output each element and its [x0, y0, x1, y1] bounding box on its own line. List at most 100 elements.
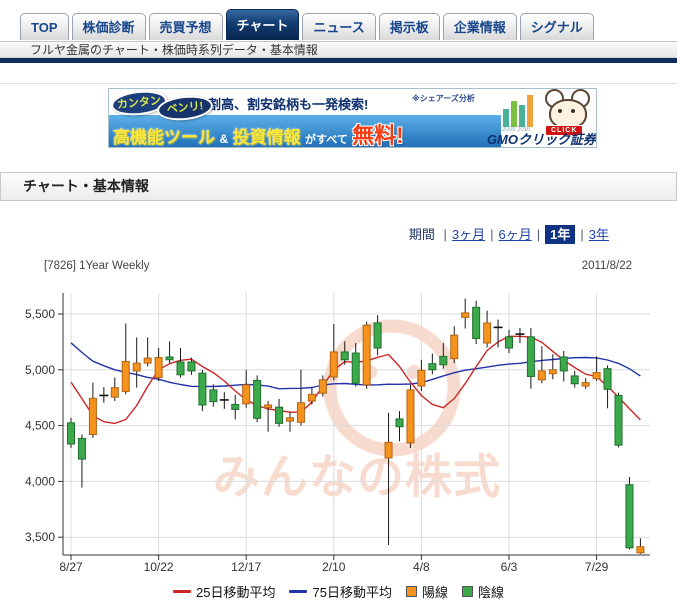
bear-candle [232, 404, 239, 409]
bull-candle [308, 394, 315, 401]
period-separator: | [444, 227, 447, 242]
legend-label-0: 25日移動平均 [196, 582, 275, 601]
bear-candle [166, 357, 173, 360]
ad-amp: & [219, 132, 228, 146]
bull-candle [155, 358, 162, 378]
bull-candle [637, 547, 644, 553]
chart-date: 2011/8/22 [582, 260, 632, 272]
x-axis-label: 2/10 [322, 560, 346, 574]
tab-6[interactable]: 企業情報 [443, 13, 517, 40]
period-separator: | [490, 227, 493, 242]
candlestick-chart: みんなの株式5,5005,0004,5004,0003,5008/2710/22… [0, 288, 677, 580]
x-axis-label: 8/27 [59, 560, 83, 574]
legend-line-icon-0 [173, 590, 191, 593]
breadcrumb-text: フルヤ金属のチャート・株価時系列データ・基本情報 [30, 43, 318, 57]
bear-candle [199, 373, 206, 405]
bull-candle [144, 358, 151, 363]
bull-candle [549, 370, 556, 374]
ad-info-text: 投資情報 [233, 128, 301, 147]
tab-3-active[interactable]: チャート [226, 9, 300, 40]
period-option-3[interactable]: 3年 [589, 227, 609, 242]
bear-candle [177, 362, 184, 375]
bull-candle [582, 383, 589, 386]
bull-candle [122, 361, 129, 391]
bear-candle [626, 485, 633, 548]
chart-title: [7826] 1Year Weekly [44, 260, 150, 272]
ad-tool-text: 高機能ツール [113, 128, 215, 147]
bull-candle [89, 398, 96, 434]
bear-candle [429, 364, 436, 370]
tab-1[interactable]: 株価診断 [72, 13, 146, 40]
header-divider [0, 58, 677, 63]
period-option-0[interactable]: 3ヶ月 [452, 227, 485, 242]
section-header: チャート・基本情報 [0, 172, 677, 201]
ad-note: ※シェアーズ分析 [412, 93, 475, 104]
bull-candle [385, 442, 392, 458]
bear-candle [527, 337, 534, 377]
bear-candle [210, 390, 217, 402]
bull-candle [484, 323, 491, 343]
ad-minichart [503, 93, 537, 127]
advertiser-name: GMOクリック証券 [487, 129, 596, 148]
tab-bar: TOP株価診断売買予想チャートニュース掲示板企業情報シグナル [20, 9, 594, 40]
bull-candle [319, 380, 326, 393]
y-axis-label: 4,000 [25, 474, 55, 488]
legend-item-2: 陽線 [406, 582, 448, 601]
x-axis-label: 7/29 [585, 560, 609, 574]
tab-0[interactable]: TOP [20, 13, 69, 40]
ad-banner[interactable]: 割高、割安銘柄も一発検索! ※シェアーズ分析 高機能ツール & 投資情報 がすべ… [108, 88, 597, 148]
bull-candle [330, 352, 337, 377]
bull-candle [297, 403, 304, 423]
ad-blue-band: 高機能ツール & 投資情報 がすべて 無料! [109, 115, 501, 148]
bear-candle [374, 323, 381, 348]
x-axis-label: 12/17 [231, 560, 261, 574]
bull-candle [287, 418, 294, 421]
ad-right-panel: 2009 2010 CLICK GMOクリック証券 [501, 89, 597, 148]
bear-candle [604, 369, 611, 390]
period-separator: | [580, 227, 583, 242]
ad-suffix: がすべて [305, 134, 348, 146]
bear-candle [560, 357, 567, 371]
breadcrumb: フルヤ金属のチャート・株価時系列データ・基本情報 [0, 41, 677, 58]
bear-candle [473, 307, 480, 338]
y-axis-label: 5,500 [25, 307, 55, 321]
legend-item-3: 陰線 [462, 582, 504, 601]
tab-2[interactable]: 売買予想 [149, 13, 223, 40]
x-axis-label: 4/8 [413, 560, 430, 574]
tab-7[interactable]: シグナル [520, 13, 594, 40]
legend-square-icon-3 [462, 586, 473, 597]
period-option-2-active[interactable]: 1年 [545, 225, 575, 244]
bear-candle [276, 407, 283, 423]
bear-candle [352, 353, 359, 383]
legend-item-0: 25日移動平均 [173, 582, 275, 601]
bear-candle [188, 362, 195, 371]
bear-candle [78, 438, 85, 459]
bull-candle [593, 373, 600, 379]
bull-candle [418, 370, 425, 386]
bull-candle [363, 325, 370, 385]
bear-candle [571, 376, 578, 384]
bear-candle [506, 337, 513, 348]
section-title: チャート・基本情報 [23, 178, 149, 194]
legend-label-2: 陽線 [422, 582, 448, 601]
watermark-face-icon [330, 326, 454, 450]
legend-item-1: 75日移動平均 [289, 582, 391, 601]
bull-candle [538, 371, 545, 380]
tab-4[interactable]: ニュース [302, 13, 375, 40]
y-axis-label: 5,000 [25, 363, 55, 377]
chart-legend: 25日移動平均 75日移動平均 陽線 陰線 [0, 582, 677, 601]
page: TOP株価診断売買予想チャートニュース掲示板企業情報シグナル フルヤ金属のチャー… [0, 0, 677, 615]
tab-5[interactable]: 掲示板 [379, 13, 440, 40]
bear-candle [615, 395, 622, 445]
legend-square-icon-2 [406, 586, 417, 597]
bull-candle [133, 363, 140, 371]
legend-label-3: 陰線 [478, 582, 504, 601]
period-option-1[interactable]: 6ヶ月 [499, 227, 532, 242]
bear-candle [341, 352, 348, 360]
bull-candle [243, 385, 250, 404]
x-axis-label: 6/3 [501, 560, 518, 574]
bull-candle [111, 388, 118, 397]
watermark-text: みんなの株式 [213, 450, 501, 503]
period-label: 期間 [409, 227, 435, 242]
x-axis-label: 10/22 [144, 560, 174, 574]
